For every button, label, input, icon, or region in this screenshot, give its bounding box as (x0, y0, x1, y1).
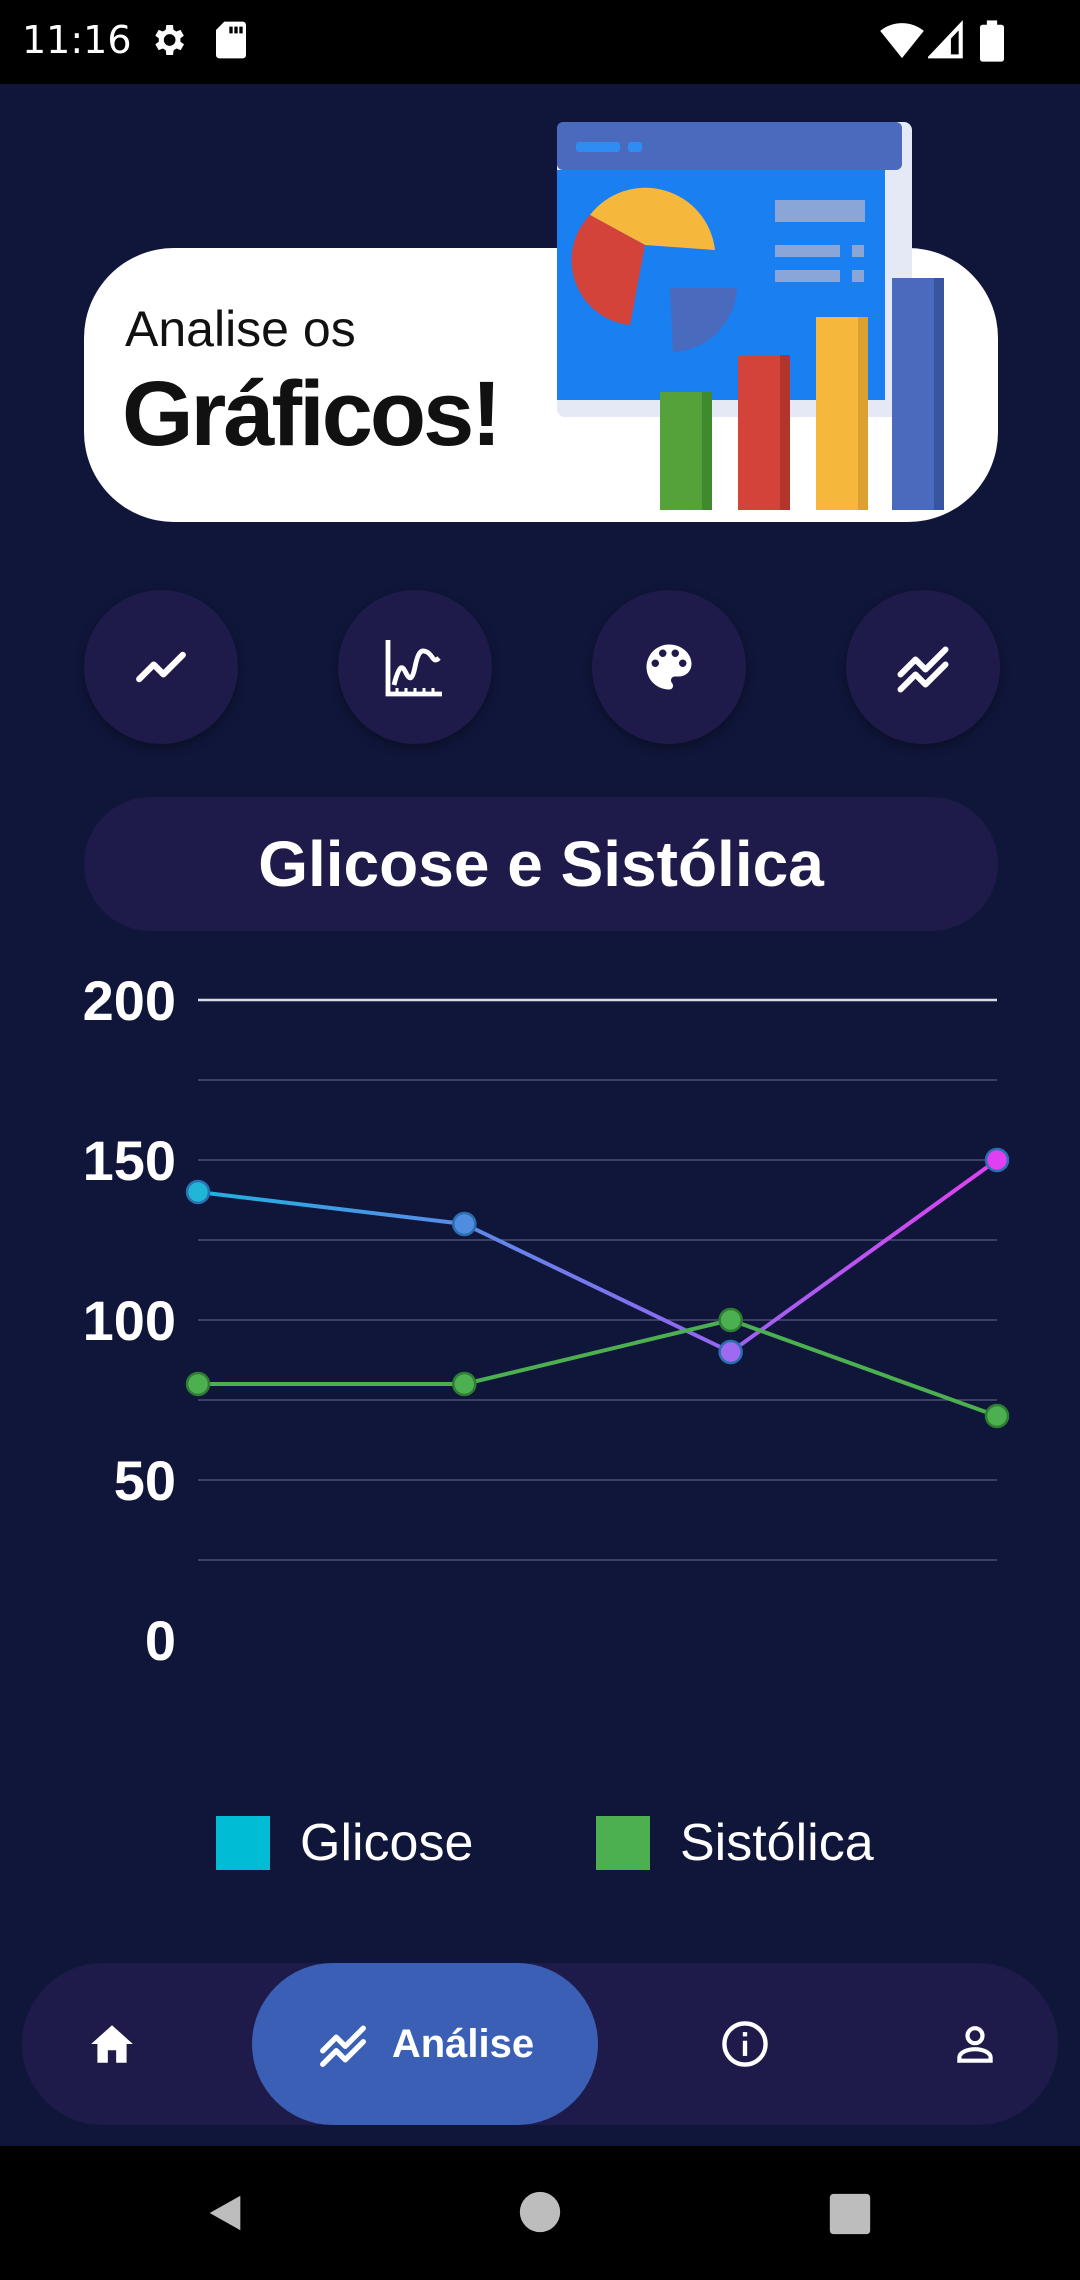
y-tick-label: 0 (145, 1609, 176, 1672)
nav-analysis[interactable]: Análise (252, 1963, 598, 2125)
system-nav-bar (0, 2146, 1080, 2280)
home-icon (91, 2025, 133, 2063)
y-tick-label: 200 (83, 969, 176, 1032)
signal-icon (926, 20, 964, 65)
data-point (984, 1403, 1010, 1429)
series-line-0 (197, 1158, 999, 1354)
y-tick-label: 50 (114, 1449, 176, 1512)
nav-home[interactable] (52, 1963, 172, 2125)
data-point (984, 1147, 1010, 1173)
analysis-icon (319, 2025, 366, 2067)
data-point (185, 1179, 211, 1205)
series-line-1 (198, 1318, 998, 1418)
y-tick-label: 150 (83, 1129, 176, 1192)
area-chart-icon (385, 640, 442, 697)
multi-line-chart-button[interactable] (846, 590, 1000, 744)
line-chart: 200 150 100 50 0 (83, 969, 1010, 1672)
y-tick-label: 100 (83, 1289, 176, 1352)
line-chart-button[interactable] (84, 590, 238, 744)
hero-subtitle: Analise os (125, 301, 356, 357)
profile-icon (957, 2026, 993, 2063)
nav-profile[interactable] (915, 1963, 1035, 2125)
data-point (718, 1339, 743, 1365)
legend-label-sistolica: Sistólica (680, 1814, 874, 1872)
line-chart-icon (136, 651, 186, 683)
status-bar: 11:16 (0, 0, 1080, 84)
home-button-icon[interactable] (518, 2190, 562, 2234)
chart-illustration-icon (557, 122, 944, 510)
nav-info[interactable] (685, 1963, 805, 2125)
legend-item-sistolica: Sistólica (596, 1814, 874, 1872)
legend-swatch-sistolica (596, 1816, 650, 1870)
legend-swatch-glicose (216, 1816, 270, 1870)
area-chart-button[interactable] (338, 590, 492, 744)
legend-label-glicose: Glicose (300, 1814, 474, 1872)
nav-analysis-label: Análise (391, 2021, 535, 2066)
palette-icon (646, 644, 692, 690)
data-point (185, 1371, 211, 1397)
bottom-nav: Análise (22, 1963, 1058, 2125)
legend-item-glicose: Glicose (216, 1814, 474, 1872)
data-point (452, 1211, 477, 1237)
wifi-icon (880, 20, 924, 65)
status-time: 11:16 (22, 18, 132, 62)
chart-title: Glicose e Sistólica (258, 828, 824, 900)
data-point (452, 1371, 477, 1397)
chart-title-card: Glicose e Sistólica (84, 797, 998, 931)
recents-icon[interactable] (828, 2192, 872, 2236)
hero-title: Gráficos! (122, 363, 502, 465)
battery-icon (980, 20, 1004, 67)
gear-icon (148, 20, 188, 65)
multi-line-icon (897, 646, 949, 693)
palette-button[interactable] (592, 590, 746, 744)
back-icon[interactable] (202, 2190, 248, 2236)
info-icon (722, 2021, 768, 2067)
sd-card-icon (214, 20, 248, 65)
data-point (718, 1307, 743, 1333)
